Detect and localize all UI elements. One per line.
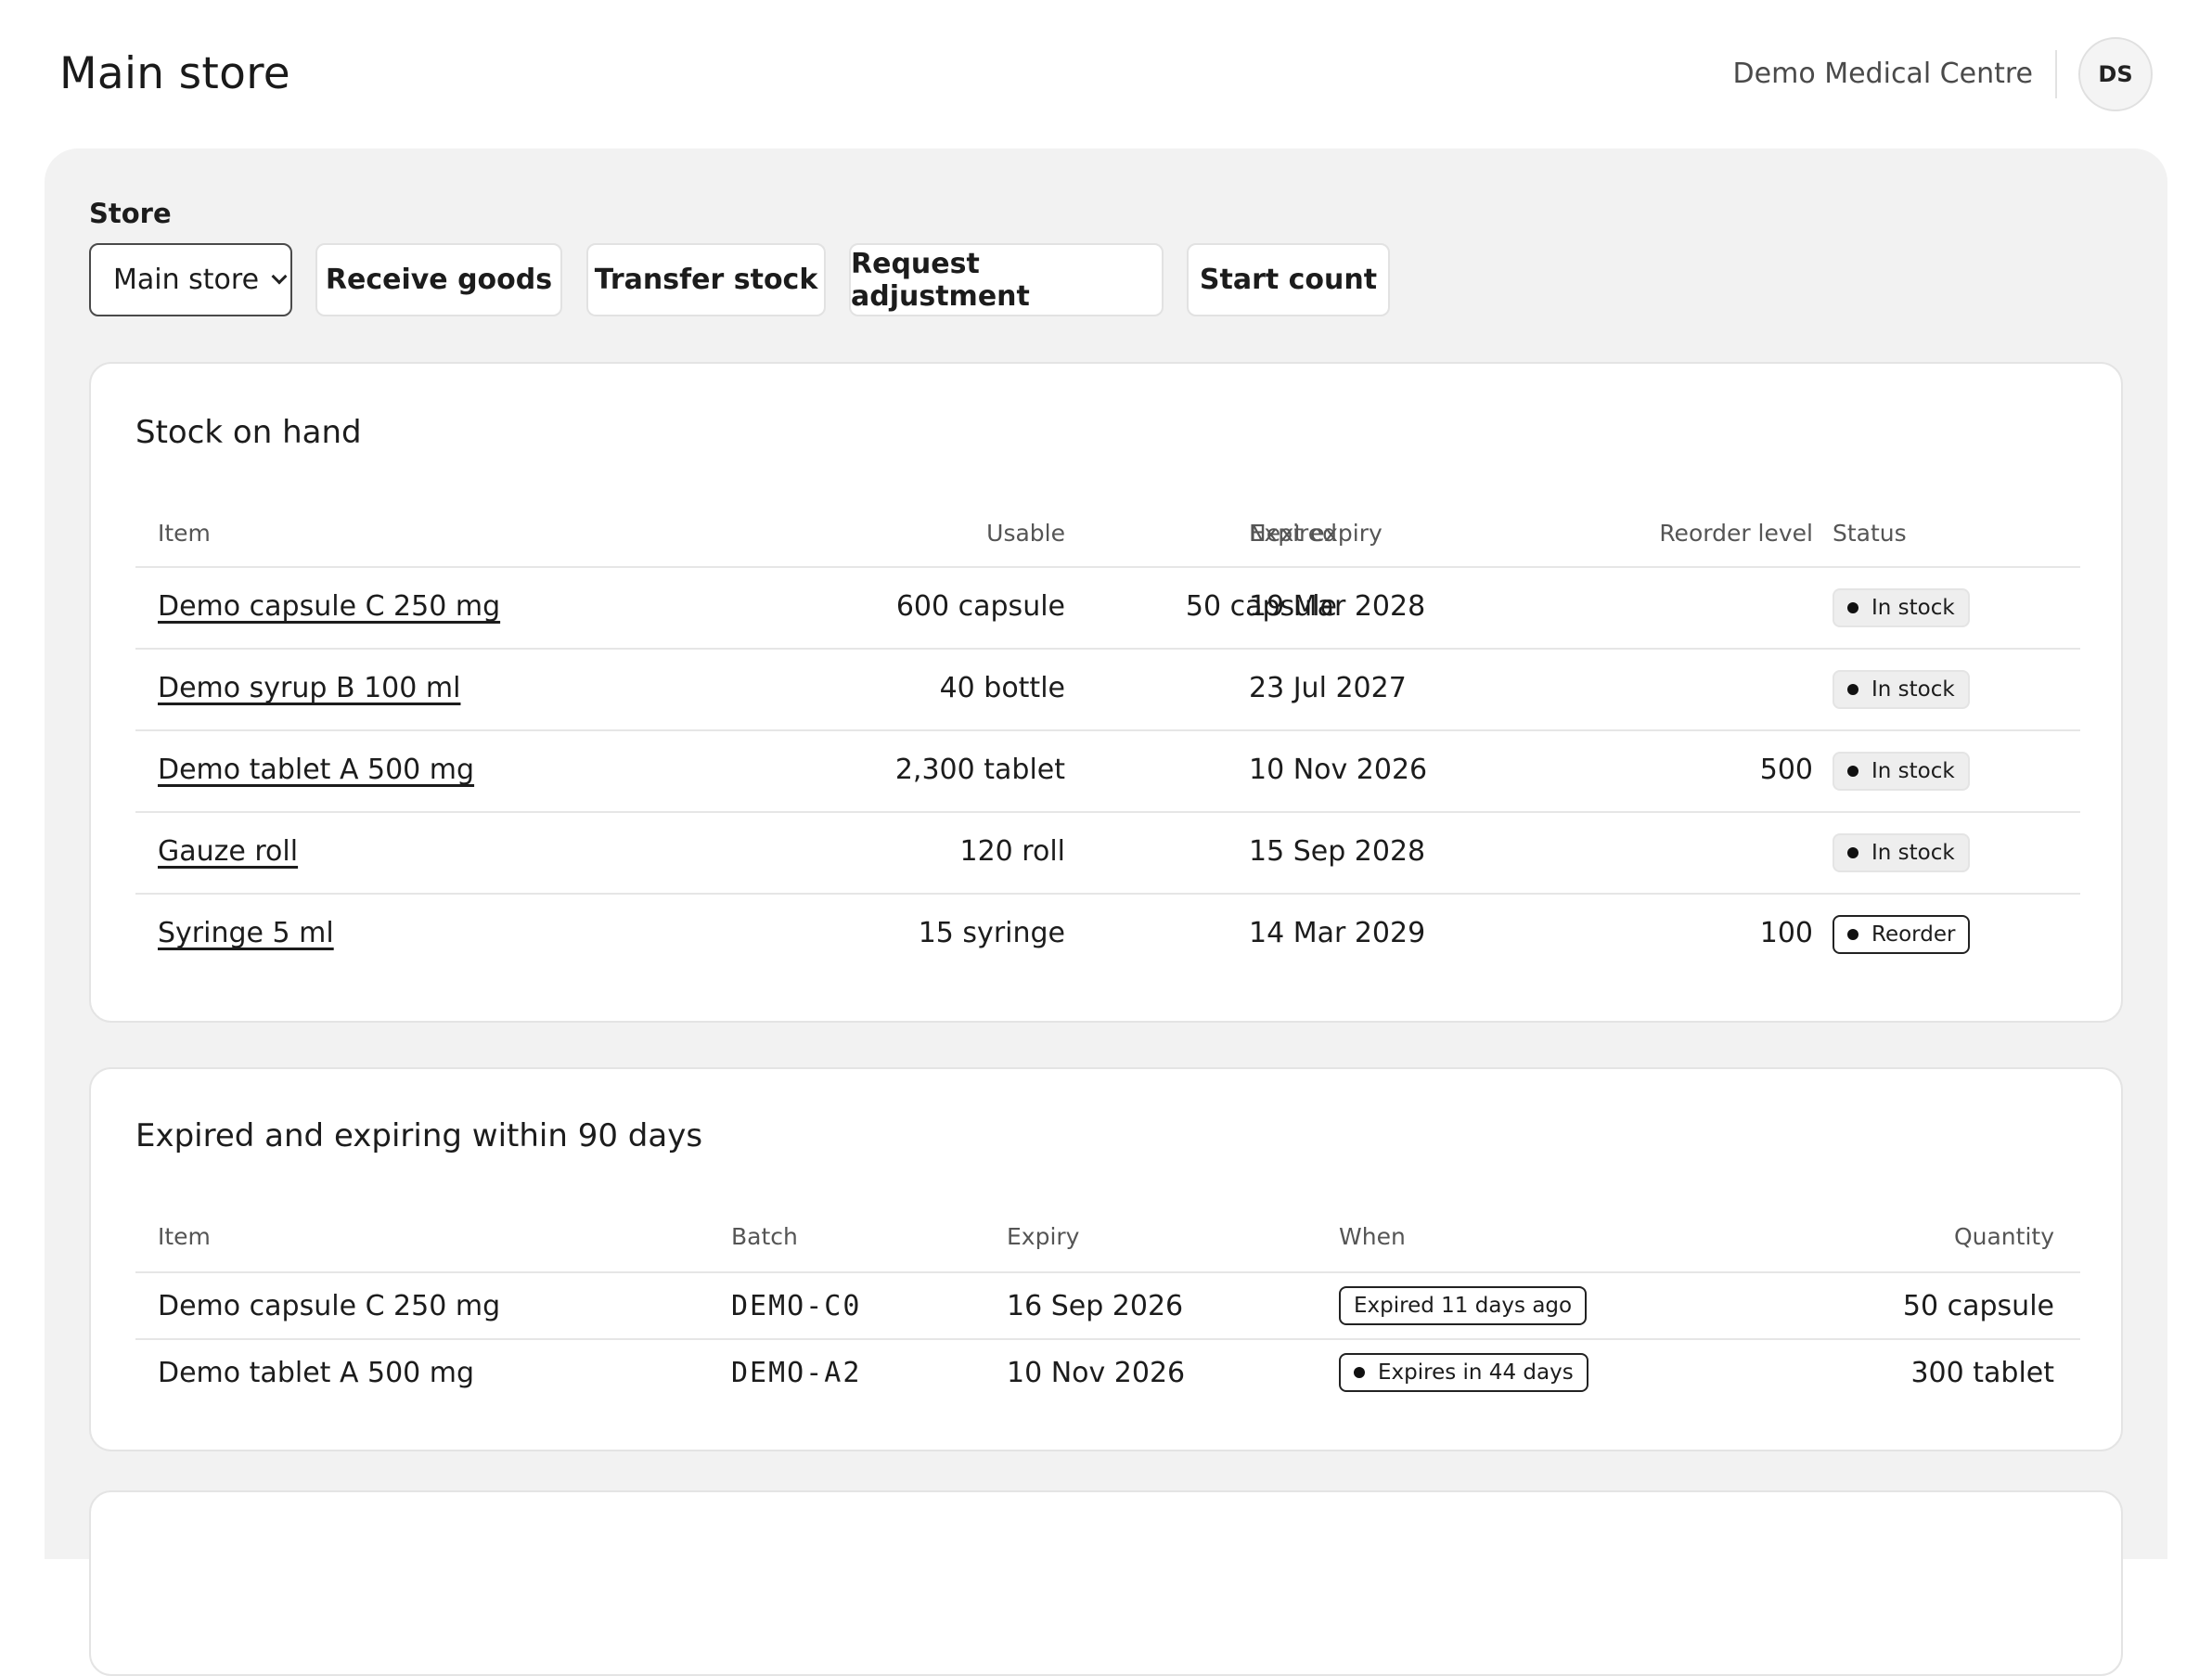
usable-cell: 40 bottle: [939, 672, 1065, 704]
when-label: Expires in 44 days: [1378, 1360, 1574, 1385]
stock-on-hand-title: Stock on hand: [135, 414, 362, 451]
item-link[interactable]: Gauze roll: [158, 833, 298, 870]
usable-cell: 15 syringe: [918, 917, 1065, 949]
store-label: Store: [89, 198, 172, 229]
request-adjustment-label: Request adjustment: [851, 247, 1030, 313]
item-link[interactable]: Demo tablet A 500 mg: [158, 752, 474, 789]
status-dot-icon: [1847, 602, 1858, 613]
header-divider: [135, 566, 2080, 568]
status-label: In stock: [1871, 596, 1955, 620]
status-dot-icon: [1354, 1367, 1365, 1378]
status-dot-icon: [1847, 929, 1858, 940]
user-avatar[interactable]: DS: [2078, 37, 2153, 111]
chevron-down-icon: [271, 268, 288, 284]
organization-name: Demo Medical Centre: [1732, 58, 2033, 90]
status-dot-icon: [1847, 766, 1858, 777]
column-header-usable: Usable: [986, 520, 1065, 547]
reorder-level-cell: 100: [1759, 917, 1813, 949]
expired-badge: Expired 11 days ago: [1339, 1286, 1588, 1325]
next-expiry-cell: 10 Nov 2026: [1249, 754, 1428, 786]
column-header-expiry: Expiry: [1007, 1223, 1080, 1250]
next-card: [89, 1490, 2123, 1676]
stock-on-hand-card: Stock on hand Item Usable Expired Next e…: [89, 362, 2123, 1023]
expiring-title: Expired and expiring within 90 days: [135, 1117, 703, 1154]
store-select[interactable]: Main store: [89, 243, 292, 316]
status-badge: In stock: [1833, 670, 1970, 709]
next-expiry-cell: 23 Jul 2027: [1249, 672, 1407, 704]
item-link[interactable]: Demo syrup B 100 ml: [158, 670, 460, 707]
status-label: Reorder: [1871, 922, 1956, 947]
request-adjustment-button[interactable]: Request adjustment: [849, 243, 1164, 316]
status-label: In stock: [1871, 677, 1955, 702]
row-divider: [135, 729, 2080, 731]
when-label: Expired 11 days ago: [1354, 1294, 1573, 1318]
usable-cell: 120 roll: [959, 835, 1066, 868]
batch-cell: DEMO-C0: [731, 1290, 862, 1322]
next-expiry-cell: 14 Mar 2029: [1249, 917, 1426, 949]
transfer-stock-label: Transfer stock: [594, 264, 818, 296]
column-header-reorder-level: Reorder level: [1659, 520, 1813, 547]
reorder-level-cell: 500: [1759, 754, 1813, 786]
status-badge: In stock: [1833, 833, 1970, 872]
batch-cell: DEMO-A2: [731, 1357, 862, 1389]
next-expiry-cell: 15 Sep 2028: [1249, 835, 1426, 868]
store-select-value: Main store: [113, 264, 260, 296]
page-title: Main store: [59, 48, 291, 99]
header-divider: [135, 1271, 2080, 1273]
quantity-cell: 50 capsule: [1902, 1290, 2054, 1322]
quantity-cell: 300 tablet: [1910, 1357, 2054, 1389]
user-initials: DS: [2098, 61, 2133, 87]
status-badge-reorder: Reorder: [1833, 915, 1971, 954]
column-header-item: Item: [158, 1223, 211, 1250]
row-divider: [135, 1338, 2080, 1340]
header-divider: [2055, 50, 2057, 98]
column-header-batch: Batch: [731, 1223, 798, 1250]
item-link[interactable]: Syringe 5 ml: [158, 915, 334, 952]
expiry-cell: 16 Sep 2026: [1007, 1290, 1184, 1322]
column-header-next-expiry: Next expiry: [1249, 520, 1382, 547]
usable-cell: 2,300 tablet: [894, 754, 1065, 786]
expiring-badge: Expires in 44 days: [1339, 1353, 1588, 1392]
expiring-card: Expired and expiring within 90 days Item…: [89, 1067, 2123, 1451]
row-divider: [135, 648, 2080, 650]
transfer-stock-button[interactable]: Transfer stock: [586, 243, 826, 316]
status-dot-icon: [1847, 684, 1858, 695]
start-count-label: Start count: [1199, 264, 1378, 296]
expiry-cell: 10 Nov 2026: [1007, 1357, 1186, 1389]
next-expiry-cell: 19 Mar 2028: [1249, 590, 1426, 623]
status-dot-icon: [1847, 847, 1858, 858]
receive-goods-label: Receive goods: [325, 264, 553, 296]
item-link[interactable]: Demo capsule C 250 mg: [158, 588, 500, 625]
row-divider: [135, 811, 2080, 813]
item-cell: Demo capsule C 250 mg: [158, 1290, 501, 1322]
column-header-item: Item: [158, 520, 211, 547]
receive-goods-button[interactable]: Receive goods: [315, 243, 562, 316]
column-header-status: Status: [1833, 520, 1907, 547]
top-bar: Main store Demo Medical Centre DS: [0, 0, 2212, 148]
status-label: In stock: [1871, 841, 1955, 865]
usable-cell: 600 capsule: [895, 590, 1065, 623]
row-divider: [135, 893, 2080, 895]
column-header-quantity: Quantity: [1953, 1223, 2054, 1250]
status-badge: In stock: [1833, 588, 1970, 627]
column-header-when: When: [1339, 1223, 1406, 1250]
status-label: In stock: [1871, 759, 1955, 783]
item-cell: Demo tablet A 500 mg: [158, 1357, 475, 1389]
start-count-button[interactable]: Start count: [1187, 243, 1390, 316]
status-badge: In stock: [1833, 752, 1970, 791]
